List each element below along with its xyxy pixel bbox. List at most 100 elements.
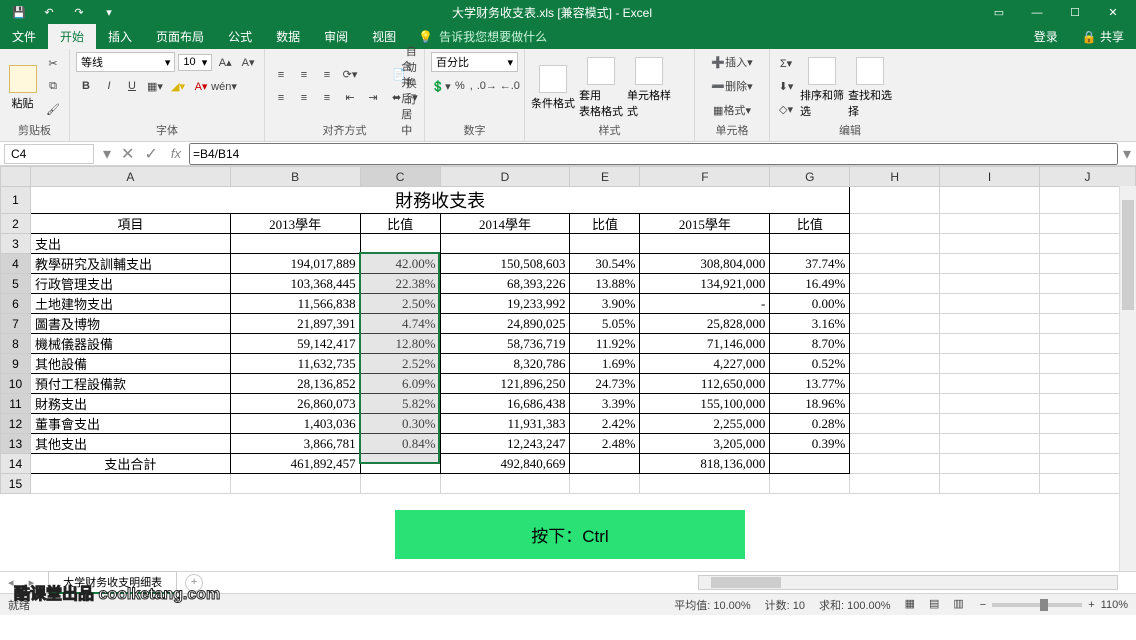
- comma-icon[interactable]: ,: [469, 76, 474, 96]
- fill-color-icon[interactable]: ◢▾: [168, 76, 188, 96]
- zoom-knob[interactable]: [1040, 599, 1048, 611]
- clear-icon[interactable]: ◇▾: [776, 99, 796, 119]
- hdr-6[interactable]: 比值: [770, 214, 850, 234]
- format-painter-icon[interactable]: 🖌: [43, 99, 63, 119]
- col-B[interactable]: B: [230, 167, 360, 187]
- table-row[interactable]: 其他設備: [30, 354, 230, 374]
- row-7[interactable]: 7: [1, 314, 31, 334]
- row-5[interactable]: 5: [1, 274, 31, 294]
- indent-dec-icon[interactable]: ⇤: [340, 88, 360, 108]
- underline-button[interactable]: U: [122, 76, 142, 96]
- col-D[interactable]: D: [440, 167, 570, 187]
- row-8[interactable]: 8: [1, 334, 31, 354]
- cell-styles-button[interactable]: 单元格样式: [627, 53, 671, 119]
- cond-format-button[interactable]: 条件格式: [531, 61, 575, 111]
- section-expenses[interactable]: 支出: [30, 234, 230, 254]
- cut-icon[interactable]: ✂: [43, 53, 63, 73]
- total-label[interactable]: 支出合計: [30, 454, 230, 474]
- inc-decimal-icon[interactable]: .0→: [477, 76, 497, 96]
- paste-button[interactable]: 粘贴: [6, 61, 39, 111]
- dec-decimal-icon[interactable]: ←.0: [500, 76, 520, 96]
- orientation-icon[interactable]: ⟳▾: [340, 65, 360, 85]
- table-row[interactable]: 其他支出: [30, 434, 230, 454]
- percent-icon[interactable]: %: [454, 76, 466, 96]
- row-1[interactable]: 1: [1, 187, 31, 214]
- cell-A1[interactable]: 財務收支表: [30, 187, 849, 214]
- tab-review[interactable]: 审阅: [312, 24, 360, 49]
- enter-icon[interactable]: ✓: [139, 144, 162, 164]
- ribbon-options-icon[interactable]: ▭: [982, 2, 1016, 24]
- sort-filter-button[interactable]: 排序和筛选: [800, 53, 844, 119]
- row-12[interactable]: 12: [1, 414, 31, 434]
- col-C[interactable]: C: [360, 167, 440, 187]
- hdr-2[interactable]: 比值: [360, 214, 440, 234]
- minimize-icon[interactable]: —: [1020, 2, 1054, 24]
- find-select-button[interactable]: 查找和选择: [848, 53, 892, 119]
- insert-button[interactable]: ➕插入▾: [710, 52, 753, 72]
- merge-center-button[interactable]: ⬌ 合并后居中▾: [387, 88, 423, 108]
- undo-icon[interactable]: ↶: [38, 2, 60, 24]
- tab-layout[interactable]: 页面布局: [144, 24, 216, 49]
- hdr-1[interactable]: 2013學年: [230, 214, 360, 234]
- tab-file[interactable]: 文件: [0, 24, 48, 49]
- cancel-icon[interactable]: ✕: [116, 144, 139, 164]
- align-bottom-icon[interactable]: ≡: [317, 65, 337, 85]
- autosum-icon[interactable]: Σ▾: [776, 53, 796, 73]
- tab-data[interactable]: 数据: [264, 24, 312, 49]
- bold-button[interactable]: B: [76, 76, 96, 96]
- fx-icon[interactable]: fx: [163, 146, 189, 161]
- vscrollbar[interactable]: [1119, 186, 1136, 571]
- save-icon[interactable]: 💾: [8, 2, 30, 24]
- row-14[interactable]: 14: [1, 454, 31, 474]
- row-11[interactable]: 11: [1, 394, 31, 414]
- table-row[interactable]: 行政管理支出: [30, 274, 230, 294]
- qat-more-icon[interactable]: ▾: [98, 2, 120, 24]
- shrink-font-icon[interactable]: A▾: [238, 52, 258, 72]
- row-13[interactable]: 13: [1, 434, 31, 454]
- table-row[interactable]: 董事會支出: [30, 414, 230, 434]
- hdr-5[interactable]: 2015學年: [640, 214, 770, 234]
- table-row[interactable]: 預付工程設備款: [30, 374, 230, 394]
- format-button[interactable]: ▦格式▾: [712, 100, 752, 120]
- share-button[interactable]: 🔒 共享: [1070, 24, 1136, 49]
- fill-icon[interactable]: ⬇▾: [776, 76, 796, 96]
- grow-font-icon[interactable]: A▴: [215, 52, 235, 72]
- redo-icon[interactable]: ↷: [68, 2, 90, 24]
- row-9[interactable]: 9: [1, 354, 31, 374]
- font-name[interactable]: 等线▾: [76, 52, 175, 72]
- number-format[interactable]: 百分比▾: [431, 52, 518, 72]
- currency-icon[interactable]: 💲▾: [431, 76, 451, 96]
- italic-button[interactable]: I: [99, 76, 119, 96]
- row-10[interactable]: 10: [1, 374, 31, 394]
- col-J[interactable]: J: [1040, 167, 1136, 187]
- table-row[interactable]: 圖書及博物: [30, 314, 230, 334]
- view-normal-icon[interactable]: ▦: [905, 597, 915, 613]
- row-6[interactable]: 6: [1, 294, 31, 314]
- formula-expand-icon[interactable]: ▾: [1118, 144, 1136, 164]
- align-center-icon[interactable]: ≡: [294, 88, 314, 108]
- hdr-3[interactable]: 2014學年: [440, 214, 570, 234]
- close-icon[interactable]: ✕: [1096, 2, 1130, 24]
- hdr-0[interactable]: 項目: [30, 214, 230, 234]
- vscroll-thumb[interactable]: [1122, 200, 1134, 310]
- login-button[interactable]: 登录: [1022, 24, 1070, 49]
- font-color-icon[interactable]: A▾: [191, 76, 211, 96]
- font-size[interactable]: 10▾: [178, 54, 212, 71]
- tab-home[interactable]: 开始: [48, 24, 96, 49]
- col-H[interactable]: H: [850, 167, 940, 187]
- align-right-icon[interactable]: ≡: [317, 88, 337, 108]
- format-table-button[interactable]: 套用 表格格式: [579, 53, 623, 119]
- zoom-slider[interactable]: [992, 603, 1082, 607]
- col-F[interactable]: F: [640, 167, 770, 187]
- select-all[interactable]: [1, 167, 31, 187]
- delete-button[interactable]: ➖删除▾: [710, 76, 753, 96]
- copy-icon[interactable]: ⧉: [43, 76, 63, 96]
- tab-view[interactable]: 视图: [360, 24, 408, 49]
- hscrollbar[interactable]: [698, 575, 1118, 590]
- row-4[interactable]: 4: [1, 254, 31, 274]
- row-2[interactable]: 2: [1, 214, 31, 234]
- maximize-icon[interactable]: ☐: [1058, 2, 1092, 24]
- table-row[interactable]: 機械儀器設備: [30, 334, 230, 354]
- align-middle-icon[interactable]: ≡: [294, 65, 314, 85]
- align-left-icon[interactable]: ≡: [271, 88, 291, 108]
